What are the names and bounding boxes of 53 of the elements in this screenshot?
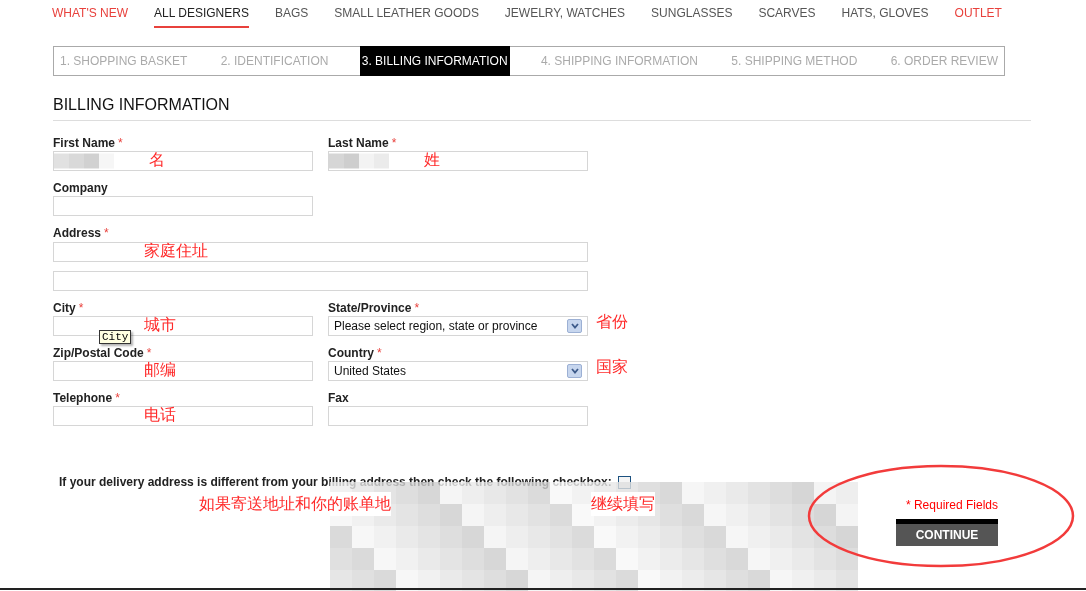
- annotation-note: 国家: [596, 357, 628, 377]
- input-field[interactable]: [53, 196, 313, 216]
- input-field[interactable]: [328, 406, 588, 426]
- required-mark: *: [104, 227, 109, 240]
- annotation-note: 城市: [144, 315, 176, 335]
- nav-link[interactable]: OUTLET: [954, 4, 1002, 28]
- nav-link[interactable]: ALL DESIGNERS: [154, 4, 249, 28]
- input-field[interactable]: 家庭住址: [53, 242, 588, 262]
- annotation-note: 省份: [596, 312, 628, 332]
- annotation-note: 名: [149, 150, 165, 170]
- annotation-note: 继续填写: [591, 492, 655, 516]
- field-label: Fax: [328, 392, 349, 405]
- nav-link[interactable]: SMALL LEATHER GOODS: [334, 4, 479, 28]
- tooltip: City: [99, 330, 132, 344]
- annotation-note: 家庭住址: [144, 241, 208, 261]
- section-heading: BILLING INFORMATION: [53, 96, 231, 114]
- select-field[interactable]: United States: [328, 361, 588, 381]
- input-field[interactable]: 名: [53, 151, 313, 171]
- input-field[interactable]: 邮编: [53, 361, 313, 381]
- annotation-note: 邮编: [144, 360, 176, 380]
- required-mark: *: [391, 137, 397, 150]
- field-label: Telephone: [53, 392, 113, 405]
- field-label: Last Name: [328, 137, 389, 150]
- select-field[interactable]: Please select region, state or province: [328, 316, 588, 336]
- annotation-note: 电话: [144, 405, 176, 425]
- checkout-step-tab[interactable]: 3. BILLING INFORMATION: [359, 46, 510, 76]
- required-fields-note: * Required Fields: [905, 497, 998, 514]
- input-field[interactable]: 电话: [53, 406, 313, 426]
- nav-link[interactable]: HATS, GLOVES: [841, 4, 929, 28]
- field-label: Address: [53, 227, 102, 240]
- required-mark: *: [377, 347, 382, 360]
- required-mark: *: [78, 302, 84, 315]
- nav-link[interactable]: SUNGLASSES: [651, 4, 733, 28]
- nav-link[interactable]: SCARVES: [758, 4, 816, 28]
- input-field[interactable]: 姓: [328, 151, 588, 171]
- required-mark: *: [414, 302, 420, 315]
- field-label: Country: [328, 347, 374, 360]
- field-label: City: [53, 302, 76, 315]
- nav-link[interactable]: JEWELRY, WATCHES: [504, 4, 626, 28]
- field-label: Zip/Postal Code: [53, 347, 144, 360]
- required-mark: *: [146, 347, 152, 360]
- field-label: First Name: [53, 137, 116, 150]
- input-field[interactable]: [53, 271, 588, 291]
- required-mark: *: [115, 392, 120, 405]
- annotation-note: 如果寄送地址和你的账单地: [199, 492, 391, 516]
- field-label: Company: [53, 182, 108, 195]
- annotation-note: 姓: [424, 150, 440, 170]
- nav-link[interactable]: WHAT'S NEW: [52, 4, 129, 28]
- nav-link[interactable]: BAGS: [274, 4, 309, 28]
- field-label: State/Province: [328, 302, 412, 315]
- required-mark: *: [118, 137, 123, 150]
- checkbox-label: If your delivery address is different from your billing address then check the following checkbox:: [59, 474, 612, 491]
- continue-button[interactable]: CONTINUE: [896, 519, 998, 546]
